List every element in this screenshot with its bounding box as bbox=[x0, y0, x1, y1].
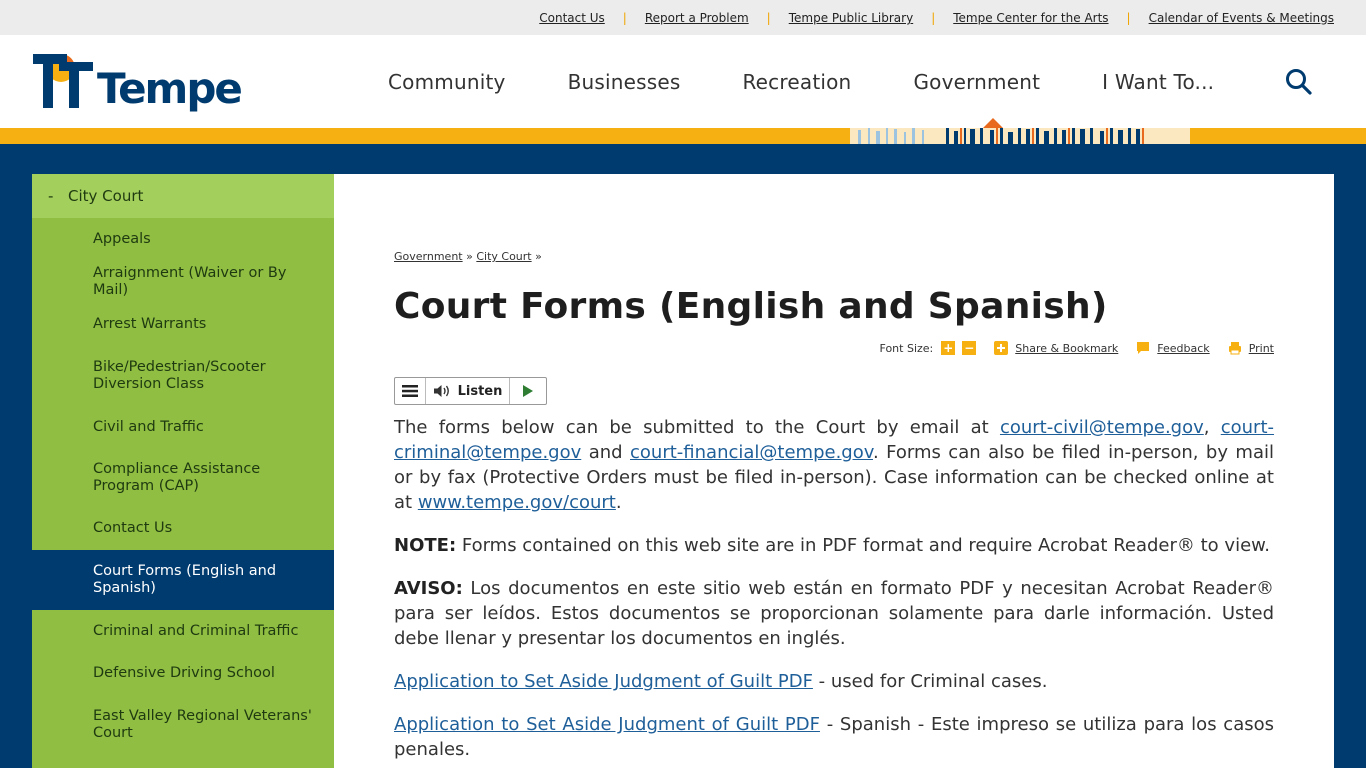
page-title: Court Forms (English and Spanish) bbox=[394, 286, 1108, 327]
font-increase-icon[interactable]: + bbox=[941, 341, 956, 355]
breadcrumb-separator: » bbox=[535, 250, 542, 263]
nav-i-want-to[interactable]: I Want To... bbox=[1071, 70, 1245, 94]
logo-text: Tempe bbox=[97, 64, 243, 113]
tempe-sun-icon bbox=[33, 54, 93, 108]
sidebar-item-criminal[interactable]: Criminal and Criminal Traffic bbox=[32, 610, 334, 652]
main-nav: Community Businesses Recreation Governme… bbox=[357, 35, 1245, 128]
sidebar-item-court-forms[interactable]: Court Forms (English and Spanish) bbox=[32, 550, 334, 610]
breadcrumb-city-court[interactable]: City Court bbox=[476, 250, 531, 263]
intro-paragraph: The forms below can be submitted to the … bbox=[394, 415, 1274, 515]
period-text: . bbox=[615, 492, 622, 513]
plus-square-icon bbox=[994, 341, 1009, 355]
feedback-tool[interactable]: Feedback bbox=[1136, 341, 1210, 355]
tempe-logo[interactable]: Tempe bbox=[33, 48, 243, 114]
sidebar-nav: - City Court Appeals Arraignment (Waiver… bbox=[32, 174, 334, 768]
play-button[interactable] bbox=[510, 378, 546, 404]
sidebar-parent-city-court[interactable]: - City Court bbox=[32, 174, 334, 218]
email-financial-link[interactable]: court-financial@tempe.gov bbox=[630, 442, 873, 463]
and-text: and bbox=[581, 442, 631, 463]
aviso-paragraph: AVISO: Los documentos en este sitio web … bbox=[394, 576, 1274, 651]
search-button[interactable] bbox=[1285, 68, 1313, 96]
sidebar-item-contact-us[interactable]: Contact Us bbox=[32, 507, 334, 550]
decorative-stripe-art bbox=[850, 128, 1190, 144]
site-header: Tempe Community Businesses Recreation Go… bbox=[0, 35, 1366, 128]
font-decrease-icon[interactable]: − bbox=[962, 341, 977, 355]
nav-government[interactable]: Government bbox=[882, 70, 1071, 94]
listen-label: Listen bbox=[457, 383, 503, 399]
form-link-set-aside-english[interactable]: Application to Set Aside Judgment of Gui… bbox=[394, 671, 813, 692]
page-tools: Font Size: + − Share & Bookmark Feedback… bbox=[880, 341, 1274, 355]
readspeaker-player: Listen bbox=[394, 377, 547, 405]
print-tool[interactable]: Print bbox=[1228, 341, 1274, 355]
collapse-icon: - bbox=[48, 187, 54, 205]
aviso-text: Los documentos en este sitio web están e… bbox=[394, 578, 1274, 649]
speech-bubble-icon bbox=[1137, 342, 1150, 354]
sidebar-item-veterans-court[interactable]: East Valley Regional Veterans' Court bbox=[32, 695, 334, 755]
court-website-link[interactable]: www.tempe.gov/court bbox=[418, 492, 616, 513]
font-size-control: Font Size: + − bbox=[880, 341, 977, 355]
aviso-label: AVISO: bbox=[394, 578, 463, 599]
article-body: The forms below can be submitted to the … bbox=[394, 415, 1274, 768]
feedback-link[interactable]: Feedback bbox=[1157, 342, 1209, 355]
sidebar-item-compliance[interactable]: Compliance Assistance Program (CAP) bbox=[32, 448, 334, 507]
form-description: - used for Criminal cases. bbox=[812, 671, 1048, 692]
speaker-icon bbox=[433, 385, 449, 397]
active-nav-pointer bbox=[983, 118, 1003, 128]
listen-button[interactable]: Listen bbox=[426, 378, 510, 404]
sidebar-item-arrest-warrants[interactable]: Arrest Warrants bbox=[32, 303, 334, 345]
sidebar-parent-label: City Court bbox=[68, 187, 144, 205]
form-item: Application to Set Aside Judgment of Gui… bbox=[394, 669, 1274, 694]
separator: | bbox=[931, 11, 936, 25]
utility-link-report-problem[interactable]: Report a Problem bbox=[645, 11, 749, 25]
print-link[interactable]: Print bbox=[1249, 342, 1274, 355]
form-link-set-aside-spanish[interactable]: Application to Set Aside Judgment of Gui… bbox=[394, 714, 820, 735]
note-text: Forms contained on this web site are in … bbox=[456, 535, 1270, 556]
note-paragraph: NOTE: Forms contained on this web site a… bbox=[394, 533, 1274, 558]
search-icon bbox=[1286, 69, 1312, 95]
breadcrumb-separator: » bbox=[466, 250, 473, 263]
menu-icon bbox=[402, 385, 418, 397]
utility-links: Contact Us | Report a Problem | Tempe Pu… bbox=[539, 11, 1334, 25]
printer-icon bbox=[1228, 342, 1241, 355]
player-menu-button[interactable] bbox=[395, 378, 426, 404]
note-label: NOTE: bbox=[394, 535, 457, 556]
nav-community[interactable]: Community bbox=[357, 70, 537, 94]
separator: | bbox=[766, 11, 771, 25]
form-item: Application to Set Aside Judgment of Gui… bbox=[394, 712, 1274, 762]
header-stripe bbox=[0, 128, 1366, 144]
sidebar-item-arraignment[interactable]: Arraignment (Waiver or By Mail) bbox=[32, 260, 334, 303]
separator: | bbox=[1126, 11, 1131, 25]
breadcrumb-government[interactable]: Government bbox=[394, 250, 463, 263]
sidebar-item-defensive-driving[interactable]: Defensive Driving School bbox=[32, 652, 334, 695]
sidebar-item-diversion-class[interactable]: Bike/Pedestrian/Scooter Diversion Class bbox=[32, 345, 334, 406]
utility-link-center-arts[interactable]: Tempe Center for the Arts bbox=[953, 11, 1108, 25]
sidebar-item-appeals[interactable]: Appeals bbox=[32, 218, 334, 260]
email-civil-link[interactable]: court-civil@tempe.gov bbox=[1000, 417, 1204, 438]
utility-bar: Contact Us | Report a Problem | Tempe Pu… bbox=[0, 0, 1366, 35]
breadcrumb: Government » City Court » bbox=[394, 250, 542, 263]
utility-link-library[interactable]: Tempe Public Library bbox=[789, 11, 913, 25]
play-icon bbox=[523, 385, 533, 397]
nav-businesses[interactable]: Businesses bbox=[537, 70, 712, 94]
main-content: Government » City Court » Court Forms (E… bbox=[334, 174, 1334, 768]
separator: | bbox=[622, 11, 627, 25]
font-size-label: Font Size: bbox=[879, 341, 934, 355]
share-bookmark-link[interactable]: Share & Bookmark bbox=[1015, 342, 1118, 355]
comma-text: , bbox=[1203, 417, 1221, 438]
utility-link-calendar[interactable]: Calendar of Events & Meetings bbox=[1149, 11, 1334, 25]
share-bookmark-tool[interactable]: Share & Bookmark bbox=[994, 341, 1118, 355]
utility-link-contact-us[interactable]: Contact Us bbox=[539, 11, 605, 25]
sidebar-item-civil-traffic[interactable]: Civil and Traffic bbox=[32, 406, 334, 448]
intro-text: The forms below can be submitted to the … bbox=[394, 417, 1000, 438]
nav-recreation[interactable]: Recreation bbox=[711, 70, 882, 94]
